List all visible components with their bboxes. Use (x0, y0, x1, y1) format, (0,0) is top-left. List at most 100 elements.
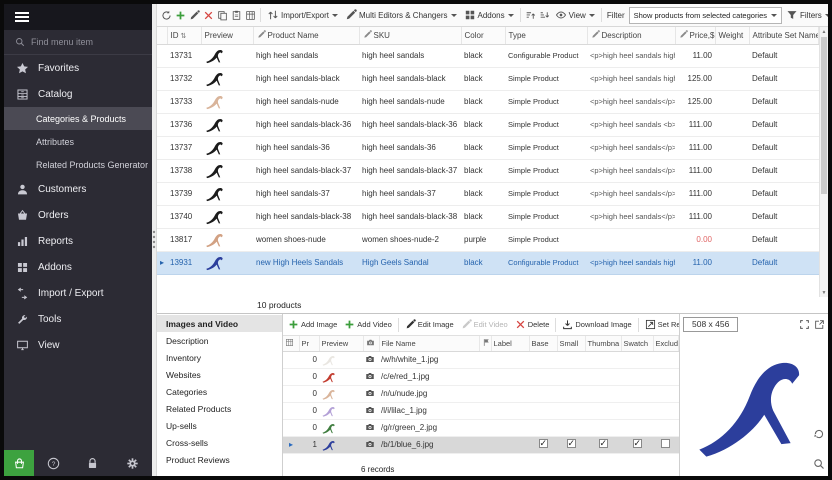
sidebar-item-customers[interactable]: Customers (4, 176, 152, 202)
sidebar-item-catalog[interactable]: Catalog (4, 81, 152, 107)
images-column-header-base[interactable]: Base (529, 336, 557, 351)
fullscreen-icon[interactable] (799, 319, 810, 330)
images-column-header-grid-icon[interactable] (283, 336, 299, 351)
sidebar-item-import-export[interactable]: Import / Export (4, 280, 152, 306)
add-product-icon[interactable] (174, 9, 187, 22)
open-external-icon[interactable] (814, 319, 825, 330)
zoom-icon[interactable] (813, 458, 825, 470)
add-video-button[interactable]: Add Video (341, 318, 394, 331)
sort-ascending-icon[interactable] (524, 9, 537, 22)
images-column-header-label[interactable]: Label (491, 336, 529, 351)
refresh-icon[interactable] (160, 9, 173, 22)
product-row-13739[interactable]: 13739high heel sandals-37high heel sanda… (157, 182, 819, 205)
small-checkbox[interactable] (567, 439, 576, 448)
product-row-13731[interactable]: 13731high heel sandalshigh heel sandalsb… (157, 44, 819, 67)
column-header-id[interactable]: ID⇅ (167, 27, 201, 44)
edit-video-button[interactable]: Edit Video (458, 318, 511, 331)
tab-inventory[interactable]: Inventory (157, 349, 282, 366)
product-row-13733[interactable]: 13733high heel sandals-nudehigh heel san… (157, 90, 819, 113)
import-export-button[interactable]: Import/Export (264, 8, 341, 22)
download-image-button[interactable]: Download Image (559, 318, 634, 331)
images-column-header-small[interactable]: Small (557, 336, 585, 351)
tab-images-and-video[interactable]: Images and Video (157, 315, 282, 332)
set-resize-rule-button[interactable]: Set Resize Rule (642, 318, 679, 331)
tab-description[interactable]: Description (157, 332, 282, 349)
column-header-sku[interactable]: SKU (359, 27, 461, 44)
sort-descending-icon[interactable] (538, 9, 551, 22)
product-row-13817[interactable]: 13817women shoes-nudewomen shoes-nude-2p… (157, 228, 819, 251)
sidebar-item-tools[interactable]: Tools (4, 306, 152, 332)
column-header-preview[interactable]: Preview (201, 27, 253, 44)
image-preview[interactable] (680, 334, 828, 476)
column-header-description[interactable]: Description (587, 27, 675, 44)
delete-image-button[interactable]: Delete (512, 318, 553, 331)
sidebar-item-view[interactable]: View (4, 332, 152, 358)
image-row-1[interactable]: 0/w/h/white_1.jpg (283, 351, 679, 368)
image-row-6[interactable]: ▸1/b/1/blue_6.jpg (283, 436, 679, 453)
tab-product-reviews[interactable]: Product Reviews (157, 451, 282, 468)
paste-icon[interactable] (230, 9, 243, 22)
sidebar-item-attributes[interactable]: Attributes (4, 130, 152, 153)
copy-icon[interactable] (216, 9, 229, 22)
column-header-price[interactable]: Price,$ (675, 27, 715, 44)
delete-product-icon[interactable] (202, 9, 215, 22)
base-checkbox[interactable] (539, 439, 548, 448)
tab-categories[interactable]: Categories (157, 383, 282, 400)
rotate-icon[interactable] (813, 428, 825, 440)
column-header-weight[interactable]: Weight (715, 27, 749, 44)
addons-button[interactable]: Addons (461, 8, 517, 22)
multi-editors-button[interactable]: Multi Editors & Changers (342, 8, 459, 22)
store-button[interactable] (4, 450, 34, 476)
edit-product-icon[interactable] (188, 9, 201, 22)
settings-button[interactable] (126, 457, 139, 470)
thumbnail-checkbox[interactable] (599, 439, 608, 448)
images-column-header-pr[interactable]: Pr (299, 336, 319, 351)
image-row-2[interactable]: 0/c/e/red_1.jpg (283, 368, 679, 385)
images-column-header-thumbna[interactable]: Thumbna (585, 336, 621, 351)
product-row-13738[interactable]: 13738high heel sandals-black-37high heel… (157, 159, 819, 182)
column-header-attribute-set-name[interactable]: Attribute Set Name (749, 27, 819, 44)
column-header-type[interactable]: Type (505, 27, 587, 44)
images-column-header-exclude[interactable]: Exclude (653, 336, 679, 351)
scroll-up-arrow[interactable]: ▲ (820, 27, 828, 36)
filters-button[interactable]: Filters (783, 8, 828, 22)
tab-up-sells[interactable]: Up-sells (157, 417, 282, 434)
product-row-13740[interactable]: 13740high heel sandals-black-38high heel… (157, 205, 819, 228)
add-image-button[interactable]: Add Image (285, 318, 340, 331)
view-button[interactable]: View (552, 8, 598, 22)
columns-icon[interactable] (244, 9, 257, 22)
help-button[interactable] (47, 457, 60, 470)
images-column-header-preview[interactable]: Preview (319, 336, 363, 351)
tab-related-products[interactable]: Related Products (157, 400, 282, 417)
image-row-4[interactable]: 0/l/i/lilac_1.jpg (283, 402, 679, 419)
swatch-checkbox[interactable] (633, 439, 642, 448)
hamburger-menu-icon[interactable] (15, 12, 29, 22)
lock-button[interactable] (86, 457, 99, 470)
sidebar-item-categories-products[interactable]: Categories & Products (4, 107, 152, 130)
filter-select[interactable]: Show products from selected categories (629, 7, 782, 24)
scrollbar-thumb[interactable] (821, 37, 827, 194)
sidebar-item-favorites[interactable]: Favorites (4, 55, 152, 81)
images-column-header-file-name[interactable]: File Name (379, 336, 479, 351)
sidebar-item-orders[interactable]: Orders (4, 202, 152, 228)
tab-cross-sells[interactable]: Cross-sells (157, 434, 282, 451)
image-row-5[interactable]: 0/g/r/green_2.jpg (283, 419, 679, 436)
product-row-13732[interactable]: 13732high heel sandals-blackhigh heel sa… (157, 67, 819, 90)
exclude-checkbox[interactable] (661, 439, 670, 448)
tab-websites[interactable]: Websites (157, 366, 282, 383)
scroll-down-arrow[interactable]: ▼ (820, 288, 828, 297)
sidebar-item-addons[interactable]: Addons (4, 254, 152, 280)
edit-image-button[interactable]: Edit Image (402, 318, 457, 331)
image-row-3[interactable]: 0/n/u/nude.jpg (283, 385, 679, 402)
images-column-header-camera-icon[interactable] (363, 336, 379, 351)
images-column-header-flag-icon[interactable] (479, 336, 491, 351)
vertical-scrollbar[interactable]: ▲ ▼ (819, 27, 828, 297)
sidebar-search-input[interactable]: Find menu item (4, 30, 152, 55)
column-header-color[interactable]: Color (461, 27, 505, 44)
images-column-header-swatch[interactable]: Swatch (621, 336, 653, 351)
product-row-13931[interactable]: ▸13931new High Heels SandalsHigh Geels S… (157, 251, 819, 274)
column-header-product-name[interactable]: Product Name (253, 27, 359, 44)
sidebar-item-reports[interactable]: Reports (4, 228, 152, 254)
product-row-13737[interactable]: 13737high heel sandals-36high heel sanda… (157, 136, 819, 159)
sidebar-item-related-products-generator[interactable]: Related Products Generator (4, 153, 152, 176)
